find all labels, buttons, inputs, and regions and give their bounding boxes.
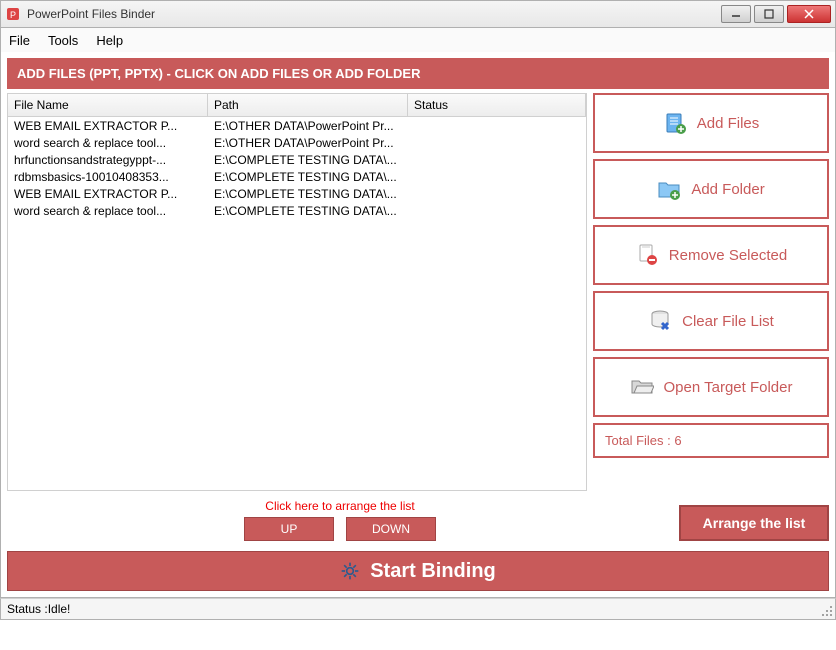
remove-selected-label: Remove Selected — [669, 247, 787, 264]
start-binding-label: Start Binding — [370, 560, 496, 583]
table-row[interactable]: rdbmsbasics-10010408353...E:\COMPLETE TE… — [8, 168, 586, 185]
instruction-banner: ADD FILES (PPT, PPTX) - CLICK ON ADD FIL… — [7, 58, 829, 89]
cell-filename: rdbmsbasics-10010408353... — [8, 170, 208, 184]
clear-list-label: Clear File List — [682, 313, 774, 330]
total-files-count: 6 — [674, 433, 681, 448]
maximize-button[interactable] — [754, 5, 784, 23]
window-title: PowerPoint Files Binder — [27, 7, 721, 21]
titlebar: P PowerPoint Files Binder — [0, 0, 836, 28]
arrange-list-label: Arrange the list — [703, 515, 806, 531]
cell-filename: word search & replace tool... — [8, 136, 208, 150]
menu-tools[interactable]: Tools — [48, 33, 78, 48]
arrange-hint: Click here to arrange the list — [7, 499, 673, 513]
clear-list-button[interactable]: Clear File List — [593, 291, 829, 351]
remove-icon — [635, 243, 659, 267]
gear-icon — [340, 561, 360, 581]
cell-filename: word search & replace tool... — [8, 204, 208, 218]
close-button[interactable] — [787, 5, 831, 23]
total-files-label: Total Files : — [605, 433, 674, 448]
open-folder-icon — [630, 375, 654, 399]
file-table[interactable]: File Name Path Status WEB EMAIL EXTRACTO… — [7, 93, 587, 491]
side-panel: Add Files Add Folder Remove Selected Cle… — [593, 93, 829, 491]
arrange-list-button[interactable]: Arrange the list — [679, 505, 829, 541]
svg-text:P: P — [10, 10, 16, 20]
minimize-button[interactable] — [721, 5, 751, 23]
cell-path: E:\COMPLETE TESTING DATA\... — [208, 187, 408, 201]
add-folder-label: Add Folder — [691, 181, 764, 198]
resize-grip[interactable] — [821, 605, 833, 617]
add-files-label: Add Files — [697, 115, 760, 132]
add-files-icon — [663, 111, 687, 135]
add-folder-button[interactable]: Add Folder — [593, 159, 829, 219]
status-value: Idle! — [48, 602, 71, 616]
col-status[interactable]: Status — [408, 94, 586, 116]
cell-path: E:\COMPLETE TESTING DATA\... — [208, 204, 408, 218]
cell-filename: WEB EMAIL EXTRACTOR P... — [8, 187, 208, 201]
clear-icon — [648, 309, 672, 333]
start-binding-button[interactable]: Start Binding — [7, 551, 829, 591]
col-path[interactable]: Path — [208, 94, 408, 116]
cell-path: E:\OTHER DATA\PowerPoint Pr... — [208, 136, 408, 150]
down-button[interactable]: DOWN — [346, 517, 436, 541]
app-icon: P — [5, 6, 21, 22]
up-button[interactable]: UP — [244, 517, 334, 541]
add-folder-icon — [657, 177, 681, 201]
table-header: File Name Path Status — [8, 94, 586, 117]
menu-file[interactable]: File — [9, 33, 30, 48]
cell-filename: hrfunctionsandstrategyppt-... — [8, 153, 208, 167]
table-row[interactable]: WEB EMAIL EXTRACTOR P...E:\COMPLETE TEST… — [8, 185, 586, 202]
cell-path: E:\COMPLETE TESTING DATA\... — [208, 153, 408, 167]
cell-filename: WEB EMAIL EXTRACTOR P... — [8, 119, 208, 133]
open-target-label: Open Target Folder — [664, 379, 793, 396]
table-row[interactable]: word search & replace tool...E:\COMPLETE… — [8, 202, 586, 219]
col-filename[interactable]: File Name — [8, 94, 208, 116]
menubar: File Tools Help — [0, 28, 836, 52]
table-row[interactable]: word search & replace tool...E:\OTHER DA… — [8, 134, 586, 151]
statusbar: Status : Idle! — [0, 598, 836, 620]
open-target-button[interactable]: Open Target Folder — [593, 357, 829, 417]
cell-path: E:\COMPLETE TESTING DATA\... — [208, 170, 408, 184]
cell-path: E:\OTHER DATA\PowerPoint Pr... — [208, 119, 408, 133]
status-label: Status : — [7, 602, 48, 616]
table-row[interactable]: hrfunctionsandstrategyppt-...E:\COMPLETE… — [8, 151, 586, 168]
menu-help[interactable]: Help — [96, 33, 123, 48]
add-files-button[interactable]: Add Files — [593, 93, 829, 153]
remove-selected-button[interactable]: Remove Selected — [593, 225, 829, 285]
total-files: Total Files : 6 — [593, 423, 829, 458]
table-row[interactable]: WEB EMAIL EXTRACTOR P...E:\OTHER DATA\Po… — [8, 117, 586, 134]
